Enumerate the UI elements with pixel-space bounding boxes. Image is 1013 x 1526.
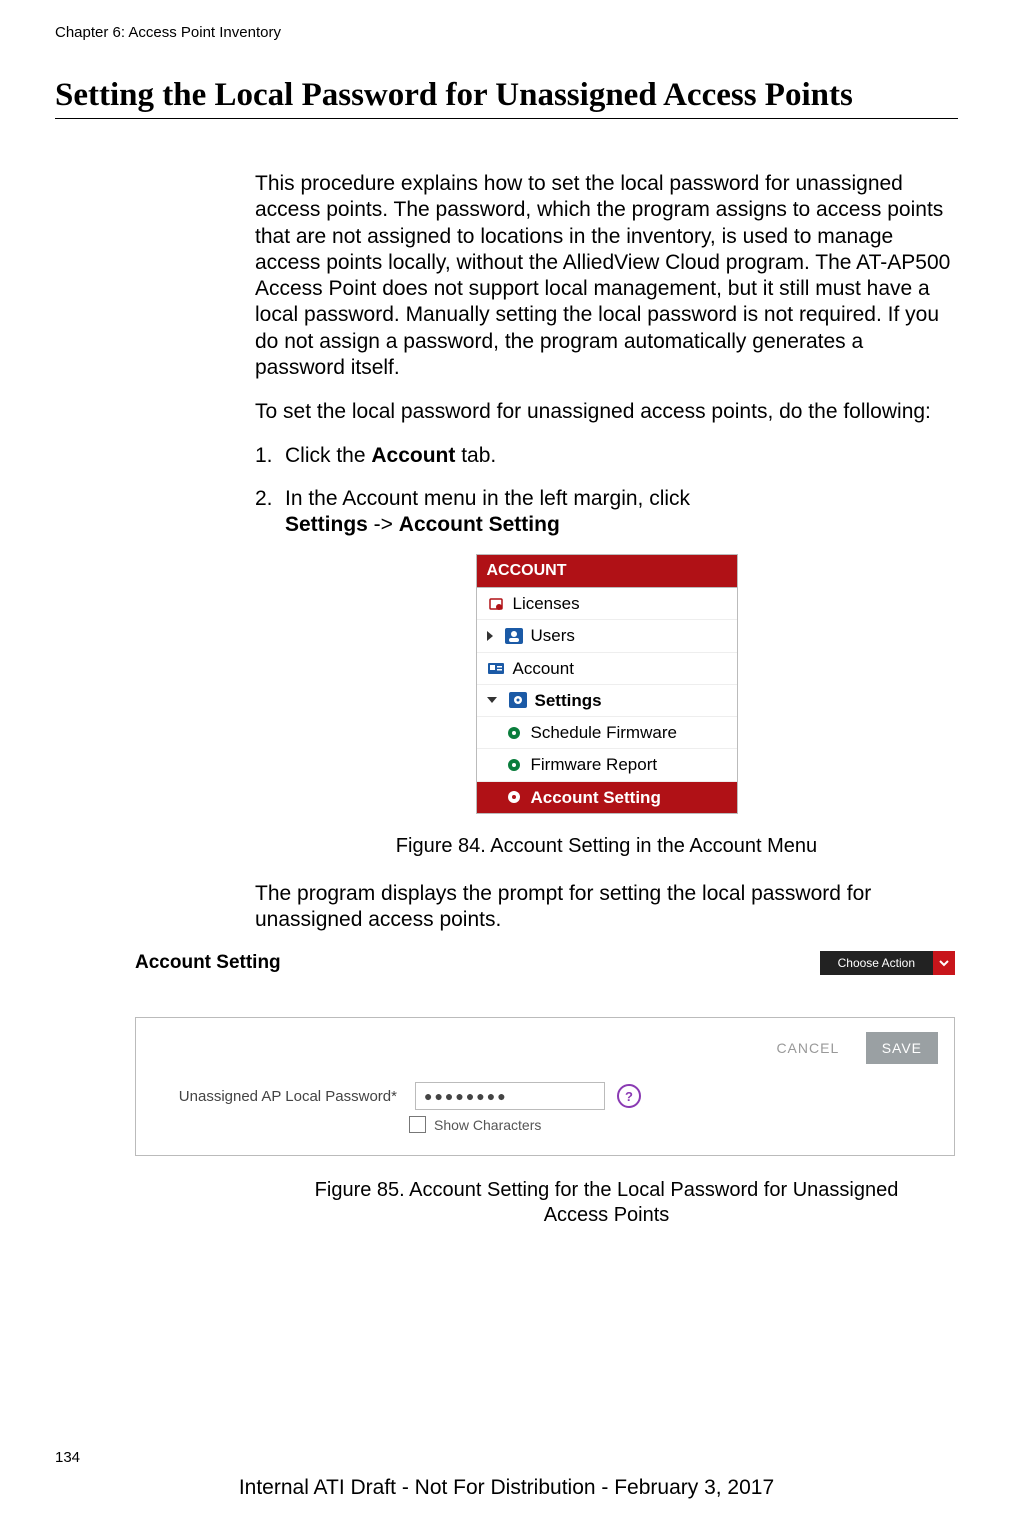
show-characters-label: Show Characters bbox=[434, 1117, 541, 1133]
choose-action-dropdown[interactable]: Choose Action bbox=[820, 951, 955, 975]
step-text: In the Account menu in the left margin, … bbox=[285, 486, 958, 539]
step-number: 2. bbox=[255, 486, 285, 539]
choose-action-label: Choose Action bbox=[820, 951, 933, 975]
account-setting-form: CANCEL SAVE Unassigned AP Local Password… bbox=[135, 1017, 955, 1156]
save-button[interactable]: SAVE bbox=[866, 1032, 938, 1064]
step-1: 1. Click the Account tab. bbox=[255, 443, 958, 469]
password-label: Unassigned AP Local Password* bbox=[152, 1088, 403, 1105]
password-input[interactable]: ●●●●●●●● bbox=[415, 1082, 605, 1110]
cancel-button[interactable]: CANCEL bbox=[772, 1032, 843, 1064]
gear-icon bbox=[505, 724, 523, 742]
body-area: This procedure explains how to set the l… bbox=[255, 171, 958, 933]
menu-item-account-setting[interactable]: Account Setting bbox=[477, 782, 737, 813]
license-icon bbox=[487, 595, 505, 613]
text: In the Account menu in the left margin, … bbox=[285, 487, 690, 510]
menu-label: Account Setting bbox=[531, 787, 661, 808]
password-row: Unassigned AP Local Password* ●●●●●●●● ? bbox=[152, 1082, 938, 1110]
form-actions: CANCEL SAVE bbox=[152, 1032, 938, 1064]
chevron-right-icon bbox=[487, 631, 493, 641]
footer-draft: Internal ATI Draft - Not For Distributio… bbox=[0, 1476, 1013, 1500]
menu-label: Schedule Firmware bbox=[531, 722, 677, 743]
chapter-header: Chapter 6: Access Point Inventory bbox=[55, 24, 958, 41]
menu-item-account[interactable]: Account bbox=[477, 653, 737, 685]
show-characters-checkbox[interactable] bbox=[409, 1116, 426, 1133]
account-setting-panel: Account Setting Choose Action CANCEL SAV… bbox=[135, 951, 955, 1156]
step-text: Click the Account tab. bbox=[285, 443, 958, 469]
account-menu-figure: ACCOUNT Licenses Users Account bbox=[476, 554, 738, 814]
bold-settings: Settings bbox=[285, 513, 368, 536]
bold-account-setting: Account Setting bbox=[399, 513, 560, 536]
users-icon bbox=[505, 627, 523, 645]
chevron-down-icon bbox=[933, 951, 955, 975]
chevron-down-icon bbox=[487, 697, 497, 703]
step-number: 1. bbox=[255, 443, 285, 469]
gear-icon bbox=[505, 788, 523, 806]
menu-item-settings[interactable]: Settings bbox=[477, 685, 737, 717]
after-figure-text: The program displays the prompt for sett… bbox=[255, 881, 958, 934]
bold-account: Account bbox=[371, 444, 455, 467]
text: tab. bbox=[455, 444, 496, 467]
menu-label: Licenses bbox=[513, 593, 580, 614]
text: Click the bbox=[285, 444, 371, 467]
account-icon bbox=[487, 659, 505, 677]
menu-item-users[interactable]: Users bbox=[477, 620, 737, 652]
gear-icon bbox=[505, 756, 523, 774]
figure-84-caption: Figure 84. Account Setting in the Accoun… bbox=[255, 834, 958, 859]
page-number: 134 bbox=[55, 1449, 80, 1466]
menu-item-firmware-report[interactable]: Firmware Report bbox=[477, 749, 737, 781]
menu-label: Settings bbox=[535, 690, 602, 711]
account-menu-header: ACCOUNT bbox=[477, 555, 737, 588]
figure-85-caption: Figure 85. Account Setting for the Local… bbox=[255, 1178, 958, 1228]
menu-label: Firmware Report bbox=[531, 754, 658, 775]
menu-item-schedule-firmware[interactable]: Schedule Firmware bbox=[477, 717, 737, 749]
step-2: 2. In the Account menu in the left margi… bbox=[255, 486, 958, 539]
panel-title: Account Setting bbox=[135, 952, 281, 974]
page: Chapter 6: Access Point Inventory Settin… bbox=[0, 0, 1013, 1526]
text: -> bbox=[368, 513, 399, 536]
lead-in: To set the local password for unassigned… bbox=[255, 399, 958, 425]
intro-paragraph: This procedure explains how to set the l… bbox=[255, 171, 958, 381]
panel-titlebar: Account Setting Choose Action bbox=[135, 951, 955, 975]
menu-item-licenses[interactable]: Licenses bbox=[477, 588, 737, 620]
menu-label: Users bbox=[531, 625, 575, 646]
settings-icon bbox=[509, 691, 527, 709]
show-characters-row: Show Characters bbox=[409, 1116, 938, 1133]
section-title: Setting the Local Password for Unassigne… bbox=[55, 77, 958, 119]
help-icon[interactable]: ? bbox=[617, 1084, 641, 1108]
menu-label: Account bbox=[513, 658, 574, 679]
